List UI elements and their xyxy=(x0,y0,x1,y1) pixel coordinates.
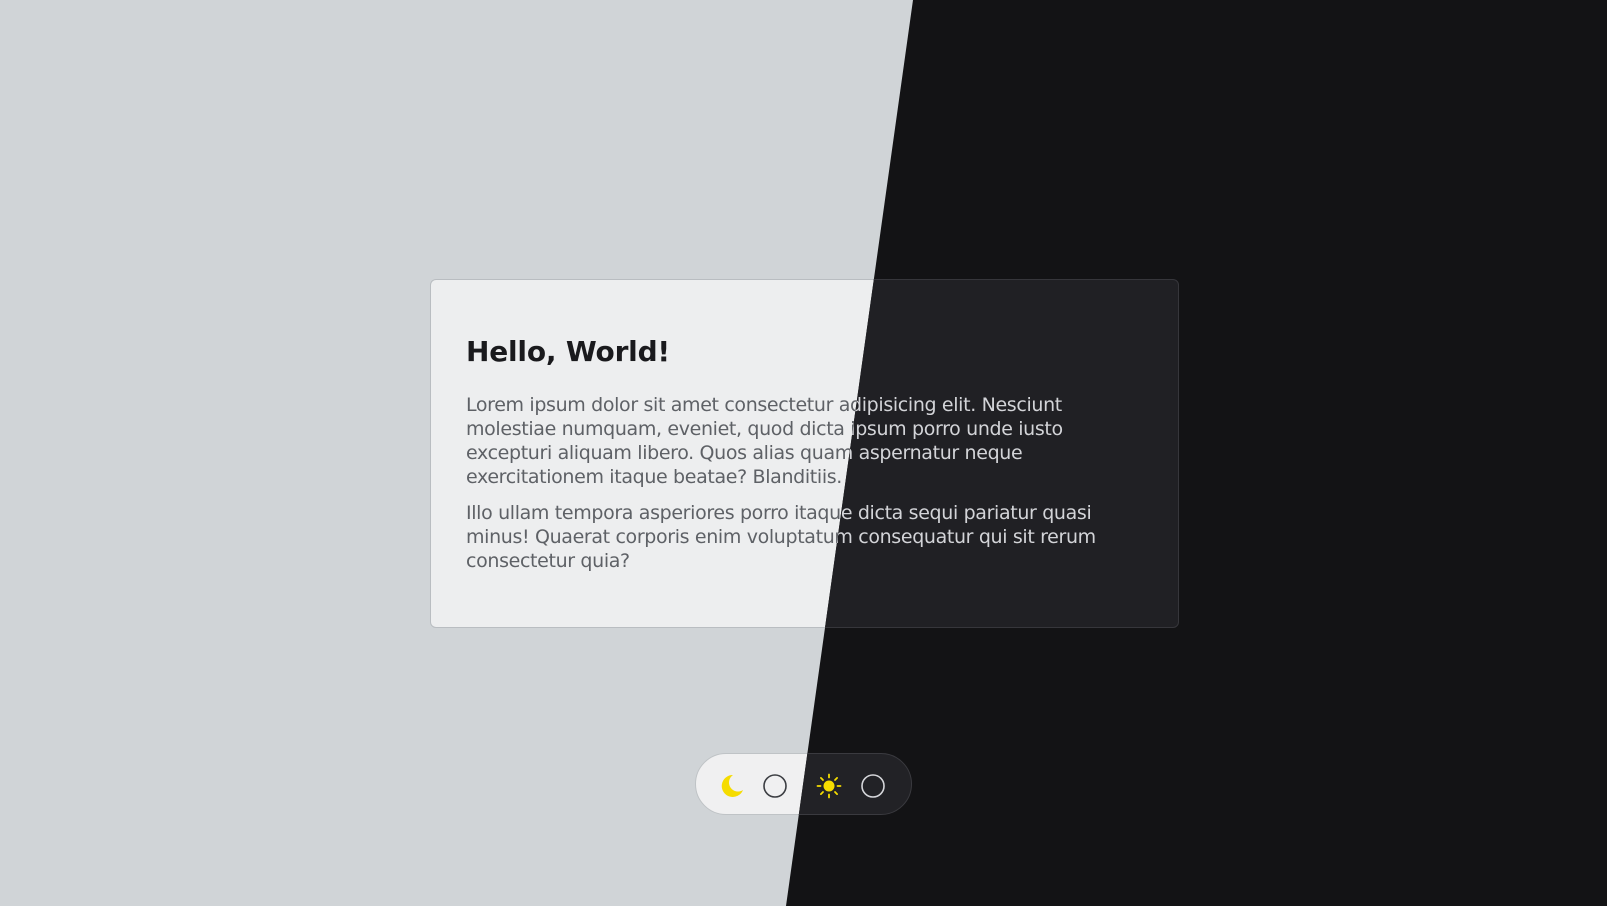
moon-icon[interactable] xyxy=(718,773,744,799)
light-mode-radio[interactable] xyxy=(860,773,886,799)
sun-icon[interactable] xyxy=(816,773,842,799)
dark-mode-radio[interactable] xyxy=(762,773,788,799)
